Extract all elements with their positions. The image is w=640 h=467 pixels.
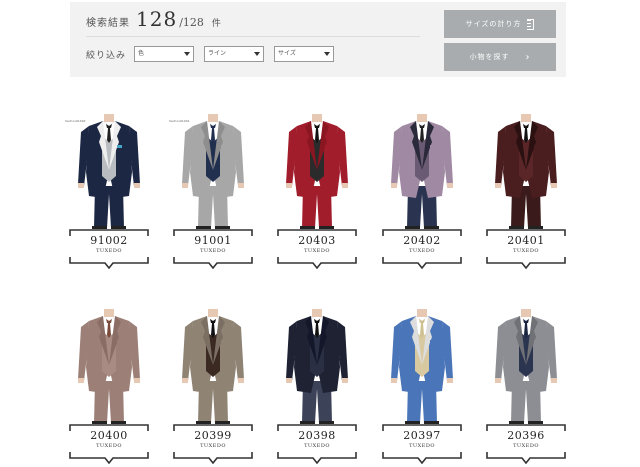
- product-card[interactable]: 20399 TUXEDO: [163, 307, 263, 467]
- product-label: 91002 TUXEDO: [69, 229, 149, 269]
- chevron-down-icon: [184, 52, 191, 56]
- suit-figure-icon: [495, 114, 557, 229]
- product-code[interactable]: 91001: [173, 234, 253, 247]
- size-guide-label: サイズの計り方: [465, 20, 522, 28]
- suit-figure-icon: [78, 114, 140, 229]
- product-image[interactable]: [372, 112, 472, 230]
- product-code[interactable]: 20398: [277, 429, 357, 442]
- product-card[interactable]: 20396 TUXEDO: [476, 307, 576, 467]
- suit-figure-icon: [391, 114, 453, 229]
- product-code[interactable]: 20399: [173, 429, 253, 442]
- suit-figure-icon: [391, 309, 453, 424]
- product-label: 20403 TUXEDO: [277, 229, 357, 269]
- color-filter-select[interactable]: 色: [134, 46, 195, 62]
- suit-figure-icon: [182, 309, 244, 424]
- panel-divider: [86, 36, 420, 37]
- size-guide-button[interactable]: サイズの計り方: [444, 10, 556, 38]
- product-code[interactable]: 20402: [382, 234, 462, 247]
- product-image[interactable]: [267, 307, 367, 425]
- chevron-down-icon: [254, 52, 261, 56]
- product-image[interactable]: [163, 307, 263, 425]
- chevron-down-icon: [324, 52, 331, 56]
- product-type: TUXEDO: [96, 248, 122, 254]
- product-image[interactable]: [476, 112, 576, 230]
- filter-row: 絞り込み 色 ライン サイズ: [86, 46, 344, 62]
- product-code[interactable]: 91002: [69, 234, 149, 247]
- size-filter-value: サイズ: [278, 50, 296, 57]
- product-type: TUXEDO: [409, 443, 435, 449]
- product-code[interactable]: 20400: [69, 429, 149, 442]
- suit-figure-icon: [495, 309, 557, 424]
- product-type: TUXEDO: [513, 248, 539, 254]
- product-code[interactable]: 20396: [486, 429, 566, 442]
- size-filter-select[interactable]: サイズ: [274, 46, 335, 62]
- product-card[interactable]: Sachoo91001 91001 TUXEDO: [163, 112, 263, 272]
- product-type: TUXEDO: [200, 248, 226, 254]
- ruler-icon: [527, 18, 535, 30]
- product-type: TUXEDO: [304, 248, 330, 254]
- suit-figure-icon: [78, 309, 140, 424]
- product-type: TUXEDO: [200, 443, 226, 449]
- result-count: 検索結果 128 /128 件: [86, 7, 221, 31]
- product-type: TUXEDO: [96, 443, 122, 449]
- product-card[interactable]: 20397 TUXEDO: [372, 307, 472, 467]
- product-card[interactable]: 20402 TUXEDO: [372, 112, 472, 272]
- product-label: 20396 TUXEDO: [486, 424, 566, 464]
- product-label: 20397 TUXEDO: [382, 424, 462, 464]
- product-code[interactable]: 20401: [486, 234, 566, 247]
- result-count-total: /128: [179, 16, 204, 29]
- line-filter-select[interactable]: ライン: [204, 46, 265, 62]
- product-image[interactable]: [59, 307, 159, 425]
- find-accessories-label: 小物を探す: [469, 53, 510, 61]
- result-count-number: 128: [136, 7, 178, 31]
- product-image[interactable]: Sachoo91001: [163, 112, 263, 230]
- product-code[interactable]: 20397: [382, 429, 462, 442]
- filter-label: 絞り込み: [86, 50, 127, 61]
- product-image-tag: Sachoo91002: [65, 119, 86, 123]
- product-card[interactable]: 20400 TUXEDO: [59, 307, 159, 467]
- product-image[interactable]: [267, 112, 367, 230]
- suit-figure-icon: [286, 309, 348, 424]
- product-label: 20398 TUXEDO: [277, 424, 357, 464]
- product-label: 20401 TUXEDO: [486, 229, 566, 269]
- product-label: 91001 TUXEDO: [173, 229, 253, 269]
- product-label: 20399 TUXEDO: [173, 424, 253, 464]
- find-accessories-button[interactable]: 小物を探す ›: [444, 43, 556, 71]
- result-count-label: 検索結果: [86, 18, 130, 29]
- product-card[interactable]: 20398 TUXEDO: [267, 307, 367, 467]
- product-card[interactable]: 20401 TUXEDO: [476, 112, 576, 272]
- product-image[interactable]: [476, 307, 576, 425]
- product-type: TUXEDO: [304, 443, 330, 449]
- color-filter-value: 色: [138, 50, 145, 57]
- product-image[interactable]: [372, 307, 472, 425]
- result-count-unit: 件: [211, 19, 221, 29]
- line-filter-value: ライン: [208, 50, 227, 57]
- suit-figure-icon: [182, 114, 244, 229]
- product-label: 20400 TUXEDO: [69, 424, 149, 464]
- product-image[interactable]: Sachoo91002: [59, 112, 159, 230]
- chevron-right-icon: ›: [525, 51, 531, 63]
- product-card[interactable]: Sachoo91002 91002 TUXEDO: [59, 112, 159, 272]
- product-code[interactable]: 20403: [277, 234, 357, 247]
- product-type: TUXEDO: [513, 443, 539, 449]
- product-type: TUXEDO: [409, 248, 435, 254]
- product-card[interactable]: 20403 TUXEDO: [267, 112, 367, 272]
- product-label: 20402 TUXEDO: [382, 229, 462, 269]
- search-panel: 検索結果 128 /128 件 絞り込み 色 ライン サイズ サイズの計り方 小…: [70, 2, 566, 77]
- product-image-tag: Sachoo91001: [169, 119, 190, 123]
- suit-figure-icon: [286, 114, 348, 229]
